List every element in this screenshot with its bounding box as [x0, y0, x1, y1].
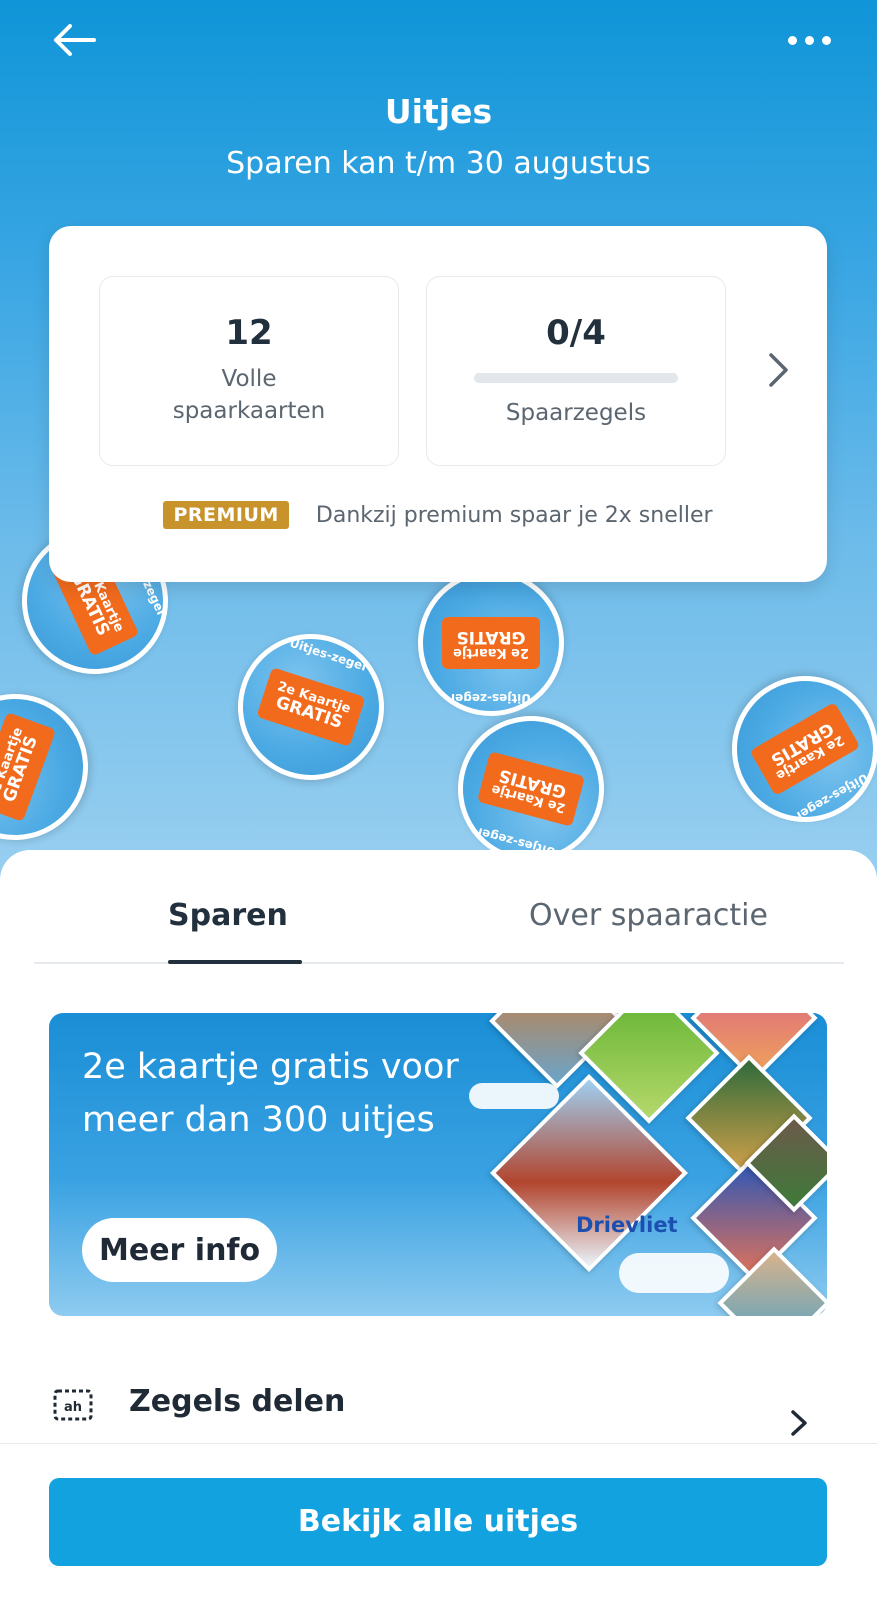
zegel-sticker: Uitjes-zegel 2e KaartjeGRATIS: [0, 673, 109, 861]
zegels-delen-row[interactable]: ah Zegels delen: [49, 1382, 827, 1442]
arrow-left-icon: [54, 24, 96, 56]
top-bar: [0, 0, 877, 80]
banner-title: 2e kaartje gratis voor meer dan 300 uitj…: [82, 1047, 459, 1140]
zegel-sticker: Uitjes-zegel 2e KaartjeGRATIS: [705, 649, 877, 849]
more-button[interactable]: [779, 18, 839, 62]
ah-card-icon: ah: [53, 1389, 93, 1421]
stamps-stat: 0/4 Spaarzegels: [426, 276, 726, 466]
more-horizontal-icon: [787, 35, 797, 45]
cloud-shape: [469, 1083, 559, 1109]
svg-text:ah: ah: [64, 1400, 82, 1415]
zegels-delen-label: Zegels delen: [129, 1384, 346, 1419]
meer-info-button[interactable]: Meer info: [82, 1218, 278, 1282]
stamps-progress-bar: [474, 373, 678, 383]
attractions-collage: Drievliet: [469, 1013, 827, 1316]
tab-sparen[interactable]: Sparen: [168, 898, 288, 933]
zegel-sticker: Uitjes-zegel 2e KaartjeGRATIS: [219, 615, 403, 799]
chevron-right-icon: [769, 353, 788, 387]
stamps-label: Spaarzegels: [505, 400, 647, 426]
premium-badge: PREMIUM: [163, 501, 289, 529]
bottom-action-bar: Bekijk alle uitjes: [0, 1443, 877, 1600]
promo-banner[interactable]: 2e kaartje gratis voor meer dan 300 uitj…: [49, 1013, 827, 1316]
chevron-right-icon: [791, 1410, 807, 1436]
full-cards-count: 12: [225, 313, 273, 353]
savings-card: 12 Volle spaarkaarten 0/4 Spaarzegels PR…: [49, 226, 827, 582]
back-button[interactable]: [46, 18, 102, 62]
premium-row: PREMIUM Dankzij premium spaar je 2x snel…: [49, 501, 827, 529]
zegel-sticker: Uitjes-zegel 2e KaartjeGRATIS: [418, 570, 564, 716]
park-label: Drievliet: [576, 1213, 678, 1237]
page-subtitle: Sparen kan t/m 30 augustus: [226, 146, 651, 181]
bekijk-alle-uitjes-button[interactable]: Bekijk alle uitjes: [49, 1478, 827, 1566]
active-tab-indicator: [168, 960, 302, 964]
full-cards-stat: 12 Volle spaarkaarten: [99, 276, 399, 466]
card-details-button[interactable]: [759, 342, 799, 398]
page-title: Uitjes: [384, 92, 493, 131]
full-cards-label: Volle spaarkaarten: [172, 366, 326, 424]
tab-bar: Sparen Over spaaractie: [34, 880, 844, 964]
stamps-count: 0/4: [546, 313, 606, 353]
premium-text: Dankzij premium spaar je 2x sneller: [315, 502, 713, 528]
tab-over-spaaractie[interactable]: Over spaaractie: [529, 898, 768, 933]
cloud-shape: [619, 1253, 729, 1293]
